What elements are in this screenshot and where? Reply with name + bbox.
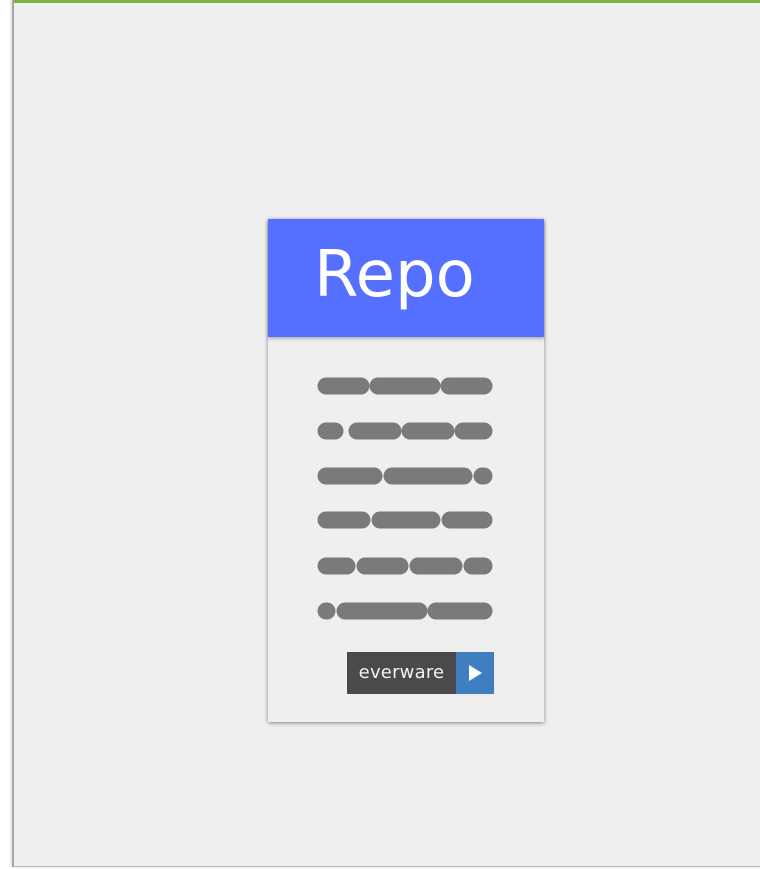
play-icon-glyph	[469, 665, 482, 681]
placeholder-text-lines	[317, 377, 493, 620]
badge-label: everware	[347, 652, 456, 694]
everware-badge-button[interactable]: everware	[347, 652, 494, 694]
top-accent-bar	[14, 0, 760, 3]
preview-frame: Repo everware	[12, 0, 760, 867]
play-icon	[456, 652, 494, 694]
repo-card: Repo everware	[268, 219, 544, 722]
